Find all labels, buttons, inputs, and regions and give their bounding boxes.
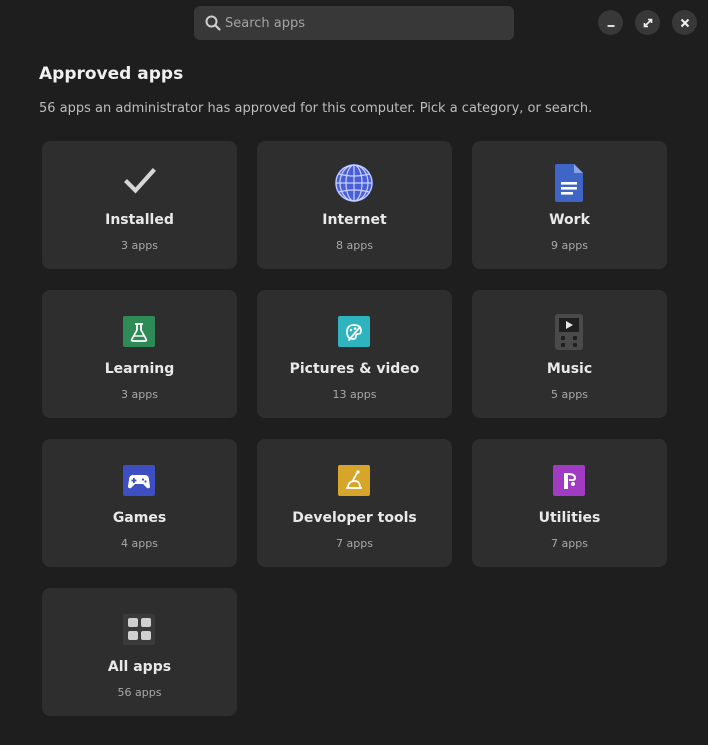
globe-icon	[334, 163, 374, 203]
page-subtitle: 56 apps an administrator has approved fo…	[39, 101, 593, 116]
category-count: 8 apps	[336, 239, 373, 252]
checkmark-icon	[123, 164, 157, 198]
flask-icon	[122, 316, 156, 348]
category-count: 3 apps	[121, 388, 158, 401]
category-music[interactable]: Music 5 apps	[472, 290, 667, 418]
category-work[interactable]: Work 9 apps	[472, 141, 667, 269]
music-player-icon	[554, 313, 584, 351]
search-box[interactable]	[194, 6, 514, 40]
category-label: Learning	[104, 361, 175, 377]
search-input[interactable]	[225, 6, 505, 40]
category-label: Work	[549, 212, 590, 228]
category-label: All apps	[107, 659, 172, 675]
maximize-button[interactable]	[635, 10, 660, 35]
page-title: Approved apps	[39, 64, 184, 84]
minimize-button[interactable]	[598, 10, 623, 35]
category-all-apps[interactable]: All apps 56 apps	[42, 588, 237, 716]
category-learning[interactable]: Learning 3 apps	[42, 290, 237, 418]
category-label: Music	[546, 361, 593, 377]
palette-icon	[337, 316, 371, 348]
minimize-icon	[605, 17, 617, 29]
category-count: 56 apps	[117, 686, 162, 699]
category-pictures-video[interactable]: Pictures & video 13 apps	[257, 290, 452, 418]
category-label: Developer tools	[292, 510, 417, 526]
category-count: 3 apps	[121, 239, 158, 252]
category-label: Installed	[105, 212, 174, 228]
category-developer-tools[interactable]: Developer tools 7 apps	[257, 439, 452, 567]
grid-icon	[122, 614, 156, 646]
close-icon	[679, 17, 691, 29]
gamepad-icon	[122, 465, 156, 497]
category-utilities[interactable]: Utilities 7 apps	[472, 439, 667, 567]
category-label: Games	[112, 510, 167, 526]
document-icon	[554, 163, 584, 203]
category-count: 5 apps	[551, 388, 588, 401]
category-label: Utilities	[538, 510, 601, 526]
category-label: Internet	[322, 212, 387, 228]
category-label: Pictures & video	[289, 361, 420, 377]
search-icon	[204, 14, 222, 32]
category-internet[interactable]: Internet 8 apps	[257, 141, 452, 269]
category-installed[interactable]: Installed 3 apps	[42, 141, 237, 269]
category-count: 4 apps	[121, 537, 158, 550]
category-count: 13 apps	[332, 388, 377, 401]
maximize-icon	[642, 17, 654, 29]
app-window: Approved apps 56 apps an administrator h…	[0, 0, 708, 745]
category-count: 7 apps	[336, 537, 373, 550]
category-count: 9 apps	[551, 239, 588, 252]
tools-icon	[552, 465, 586, 497]
category-games[interactable]: Games 4 apps	[42, 439, 237, 567]
close-button[interactable]	[672, 10, 697, 35]
category-count: 7 apps	[551, 537, 588, 550]
lab-tool-icon	[337, 465, 371, 497]
